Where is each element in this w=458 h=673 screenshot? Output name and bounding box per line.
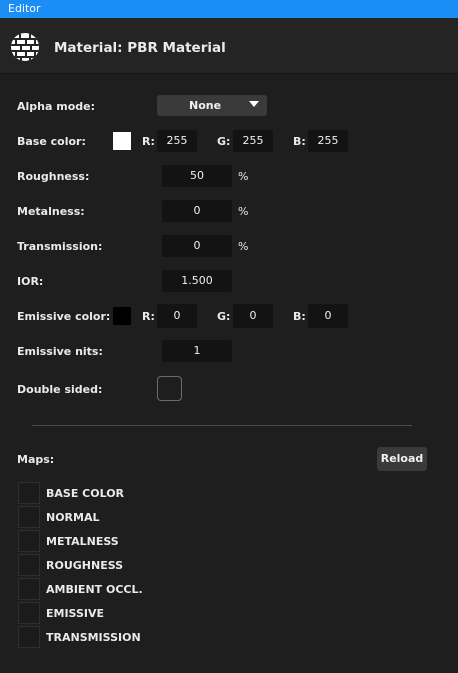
map-label: EMISSIVE bbox=[46, 607, 105, 620]
map-label: TRANSMISSION bbox=[46, 631, 141, 644]
map-checkbox[interactable] bbox=[18, 482, 40, 504]
base-color-r-label: R: bbox=[142, 135, 155, 148]
material-header: Material: PBR Material bbox=[0, 18, 458, 74]
base-color-swatch[interactable] bbox=[113, 132, 131, 150]
emissive-color-label: Emissive color: bbox=[17, 310, 111, 323]
emissive-color-g-field[interactable]: 0 bbox=[233, 304, 273, 328]
emissive-nits-field[interactable]: 1 bbox=[162, 340, 232, 362]
ior-label: IOR: bbox=[17, 275, 44, 288]
map-label: AMBIENT OCCL. bbox=[46, 583, 143, 596]
metalness-unit: % bbox=[238, 205, 249, 218]
metalness-field[interactable]: 0 bbox=[162, 200, 232, 222]
base-color-g-field[interactable]: 255 bbox=[233, 130, 273, 152]
map-label: METALNESS bbox=[46, 535, 119, 548]
emissive-color-g-label: G: bbox=[217, 310, 231, 323]
metalness-label: Metalness: bbox=[17, 205, 85, 218]
map-label: NORMAL bbox=[46, 511, 100, 524]
emissive-color-b-field[interactable]: 0 bbox=[308, 304, 348, 328]
base-color-g-label: G: bbox=[217, 135, 231, 148]
chevron-down-icon bbox=[249, 101, 259, 107]
transmission-unit: % bbox=[238, 240, 249, 253]
map-checkbox[interactable] bbox=[18, 626, 40, 648]
map-label: BASE COLOR bbox=[46, 487, 125, 500]
emissive-color-r-field[interactable]: 0 bbox=[157, 304, 197, 328]
base-color-b-label: B: bbox=[293, 135, 306, 148]
map-checkbox[interactable] bbox=[18, 530, 40, 552]
map-checkbox[interactable] bbox=[18, 602, 40, 624]
emissive-color-r-label: R: bbox=[142, 310, 155, 323]
window-title: Editor bbox=[0, 0, 458, 18]
map-checkbox[interactable] bbox=[18, 554, 40, 576]
page-title: Material: PBR Material bbox=[54, 40, 226, 56]
double-sided-label: Double sided: bbox=[17, 383, 103, 396]
brick-sphere-icon bbox=[11, 33, 39, 61]
emissive-nits-label: Emissive nits: bbox=[17, 345, 103, 358]
alpha-mode-dropdown[interactable]: None bbox=[157, 95, 267, 116]
map-label: ROUGHNESS bbox=[46, 559, 124, 572]
divider bbox=[32, 425, 412, 426]
map-checkbox[interactable] bbox=[18, 578, 40, 600]
roughness-unit: % bbox=[238, 170, 249, 183]
base-color-label: Base color: bbox=[17, 135, 86, 148]
base-color-b-field[interactable]: 255 bbox=[308, 130, 348, 152]
emissive-color-swatch[interactable] bbox=[113, 307, 131, 325]
transmission-field[interactable]: 0 bbox=[162, 235, 232, 257]
transmission-label: Transmission: bbox=[17, 240, 103, 253]
double-sided-checkbox[interactable] bbox=[157, 376, 182, 401]
base-color-r-field[interactable]: 255 bbox=[157, 130, 197, 152]
ior-field[interactable]: 1.500 bbox=[162, 270, 232, 292]
emissive-color-b-label: B: bbox=[293, 310, 306, 323]
map-checkbox[interactable] bbox=[18, 506, 40, 528]
maps-label: Maps: bbox=[17, 453, 55, 466]
roughness-field[interactable]: 50 bbox=[162, 165, 232, 187]
roughness-label: Roughness: bbox=[17, 170, 90, 183]
reload-button[interactable]: Reload bbox=[377, 447, 427, 471]
alpha-mode-label: Alpha mode: bbox=[17, 100, 95, 113]
alpha-mode-value: None bbox=[189, 99, 222, 112]
